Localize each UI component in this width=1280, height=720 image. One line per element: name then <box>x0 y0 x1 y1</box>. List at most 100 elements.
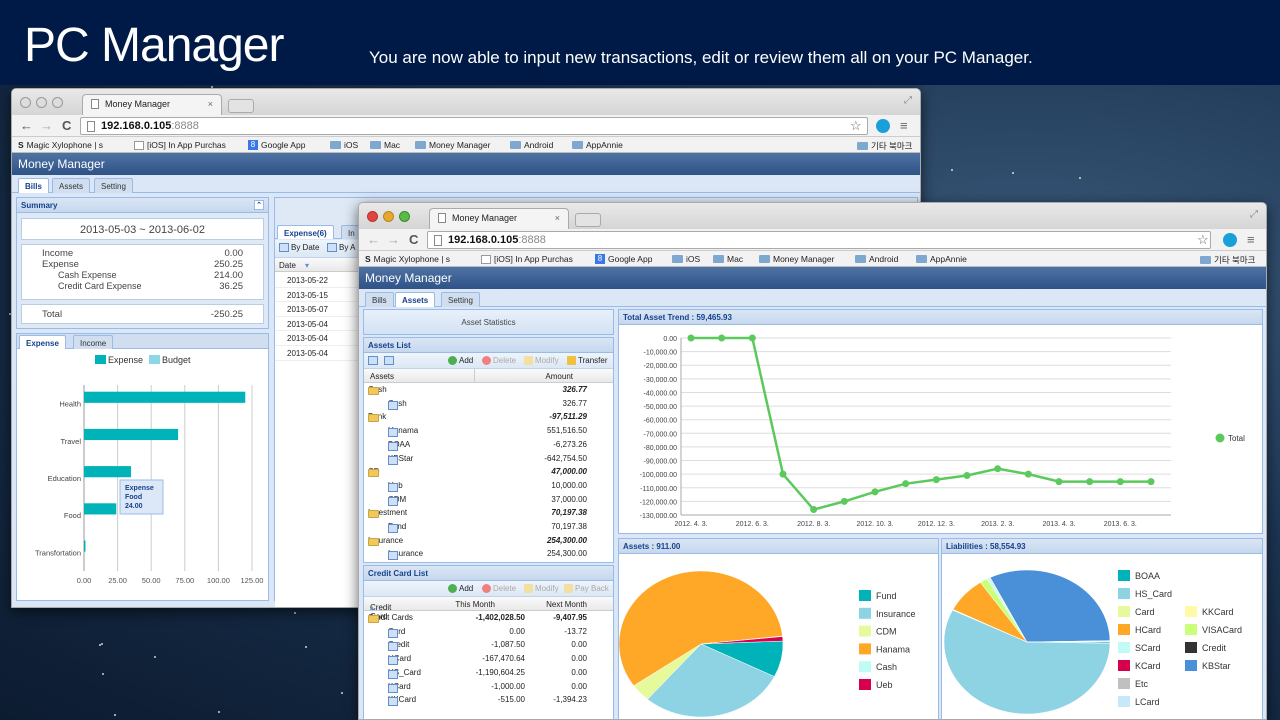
bookmark-star-icon[interactable]: ☆ <box>850 118 862 134</box>
new-tab-button[interactable] <box>228 99 254 113</box>
delete-card-button[interactable]: Delete <box>482 584 516 593</box>
minimize-window-button[interactable] <box>383 211 394 222</box>
bookmark-item[interactable]: Money Manager <box>759 254 834 264</box>
y-tick-label: -120,000.00 <box>640 499 677 506</box>
other-bookmarks[interactable]: 기타 북마크 <box>1200 254 1255 266</box>
extension-icon[interactable] <box>1223 233 1237 247</box>
card-row[interactable]: Credit -1,087.50 0.00 <box>364 638 613 652</box>
asset-row[interactable]: BOAA -6,273.26 <box>364 438 613 452</box>
minimize-window-button[interactable] <box>36 97 47 108</box>
this-month-column-header[interactable]: This Month <box>455 600 495 609</box>
asset-row[interactable]: Ueb10,000.00 <box>364 479 613 493</box>
browser-tab[interactable]: Money Manager × <box>82 94 222 115</box>
tab-setting[interactable]: Setting <box>441 292 480 307</box>
close-tab-icon[interactable]: × <box>208 99 213 109</box>
bookmark-item[interactable]: [iOS] In App Purchas <box>134 140 226 150</box>
assets-column-header[interactable]: Assets <box>370 372 394 381</box>
this-month-value: -1,000.00 <box>491 681 525 691</box>
card-row[interactable]: HCard -167,470.64 0.00 <box>364 652 613 666</box>
zoom-window-button[interactable] <box>52 97 63 108</box>
browser-navbar: ← → C 192.168.0.105:8888 ☆ ≡ <box>359 229 1266 251</box>
bookmark-star-icon[interactable]: ☆ <box>1197 232 1209 248</box>
bookmark-item[interactable]: [iOS] In App Purchas <box>481 254 573 264</box>
asset-group-row[interactable]: ◢ Cash326.77 <box>364 383 613 397</box>
transfer-button[interactable]: Transfer <box>567 356 608 365</box>
asset-group-row[interactable]: ◢ Investment70,197.38 <box>364 506 613 520</box>
menu-icon[interactable]: ≡ <box>900 118 908 133</box>
other-bookmarks[interactable]: 기타 북마크 <box>857 140 912 152</box>
close-window-button[interactable] <box>20 97 31 108</box>
bookmark-item[interactable]: Mac <box>713 254 743 264</box>
bookmark-item[interactable]: AppAnnie <box>916 254 967 264</box>
asset-row[interactable]: Hanama 551,516.50 <box>364 424 613 438</box>
bookmark-item[interactable]: S Magic Xylophone | s <box>365 254 450 264</box>
browser-tab[interactable]: Money Manager × <box>429 208 569 229</box>
bookmark-item[interactable]: 8 Google App <box>595 254 652 264</box>
delete-asset-button[interactable]: Delete <box>482 356 516 365</box>
zoom-window-button[interactable] <box>399 211 410 222</box>
asset-row[interactable]: KBStar -642,754.50 <box>364 452 613 466</box>
tab-bills[interactable]: Bills <box>365 292 394 307</box>
card-row[interactable]: Card0.00-13.72 <box>364 625 613 639</box>
asset-group-row[interactable]: ◢ Insurance254,300.00 <box>364 534 613 548</box>
browser-tabbar: Money Manager × ⤢ <box>359 203 1266 229</box>
amount-column-header[interactable]: Amount <box>545 372 573 381</box>
tab-assets[interactable]: Assets <box>52 178 91 193</box>
close-window-button[interactable] <box>367 211 378 222</box>
address-bar[interactable]: 192.168.0.105:8888 <box>80 117 868 135</box>
bookmark-item[interactable]: Android <box>510 140 553 150</box>
asset-row[interactable]: Cash326.77 <box>364 397 613 411</box>
by-date-button[interactable]: By Date <box>279 243 319 252</box>
add-asset-button[interactable]: Add <box>448 356 473 365</box>
tab-expense-list[interactable]: Expense(6) <box>277 225 334 239</box>
bookmark-item[interactable]: Android <box>855 254 898 264</box>
reload-icon[interactable]: C <box>409 232 418 247</box>
new-tab-button[interactable] <box>575 213 601 227</box>
bookmark-item[interactable]: iOS <box>330 140 358 150</box>
asset-group-row[interactable]: ◢ CD47,000.00 <box>364 465 613 479</box>
tab-assets[interactable]: Assets <box>395 292 436 307</box>
transaction-date: 2013-05-22 <box>287 276 328 285</box>
bookmark-item[interactable]: AppAnnie <box>572 140 623 150</box>
modify-asset-button[interactable]: Modify <box>524 356 559 365</box>
tab-bills[interactable]: Bills <box>18 178 49 193</box>
card-row[interactable]: KCard -1,000.00 0.00 <box>364 680 613 694</box>
card-group-row[interactable]: ◢ Credit Cards-1,402,028.50-9,407.95 <box>364 611 613 625</box>
bookmark-item[interactable]: iOS <box>672 254 700 264</box>
legend-swatch <box>1215 433 1225 443</box>
bookmark-item[interactable]: 8 Google App <box>248 140 305 150</box>
collapse-icon[interactable]: ⌃ <box>254 200 264 210</box>
back-icon[interactable]: ← <box>20 118 33 133</box>
forward-icon[interactable]: → <box>387 232 400 247</box>
pay-back-button[interactable]: Pay Back <box>564 584 609 593</box>
star <box>153 655 156 658</box>
tab-income[interactable]: Income <box>73 335 114 349</box>
add-card-button[interactable]: Add <box>448 584 473 593</box>
forward-icon[interactable]: → <box>40 118 53 133</box>
card-row[interactable]: KKCard -515.00 -1,394.23 <box>364 693 613 707</box>
address-bar[interactable]: 192.168.0.105:8888 <box>427 231 1211 249</box>
close-tab-icon[interactable]: × <box>555 213 560 223</box>
modify-card-button[interactable]: Modify <box>524 584 559 593</box>
by-amount-button[interactable]: By A <box>327 243 355 252</box>
extension-icon[interactable] <box>876 119 890 133</box>
back-icon[interactable]: ← <box>367 232 380 247</box>
tab-setting[interactable]: Setting <box>94 178 133 193</box>
menu-icon[interactable]: ≡ <box>1247 232 1255 247</box>
asset-row[interactable]: Fund70,197.38 <box>364 520 613 534</box>
bookmark-item[interactable]: Mac <box>370 140 400 150</box>
reload-icon[interactable]: C <box>62 118 71 133</box>
card-row[interactable]: HS_Card -1,190,604.25 0.00 <box>364 666 613 680</box>
fullscreen-icon[interactable]: ⤢ <box>904 95 912 106</box>
bookmark-item[interactable]: S Magic Xylophone | s <box>18 140 103 150</box>
asset-row[interactable]: Insurance 254,300.00 <box>364 547 613 561</box>
asset-statistics-button[interactable]: Asset Statistics <box>363 309 614 335</box>
fullscreen-icon[interactable]: ⤢ <box>1250 209 1258 220</box>
collapse-all-icon[interactable] <box>384 356 394 365</box>
expand-all-icon[interactable] <box>368 356 378 365</box>
asset-group-row[interactable]: ◢ Bank-97,511.29 <box>364 410 613 424</box>
bookmark-item[interactable]: Money Manager <box>415 140 490 150</box>
tab-expense[interactable]: Expense <box>19 335 66 349</box>
next-month-column-header[interactable]: Next Month <box>546 600 587 609</box>
asset-row[interactable]: CDM37,000.00 <box>364 493 613 507</box>
